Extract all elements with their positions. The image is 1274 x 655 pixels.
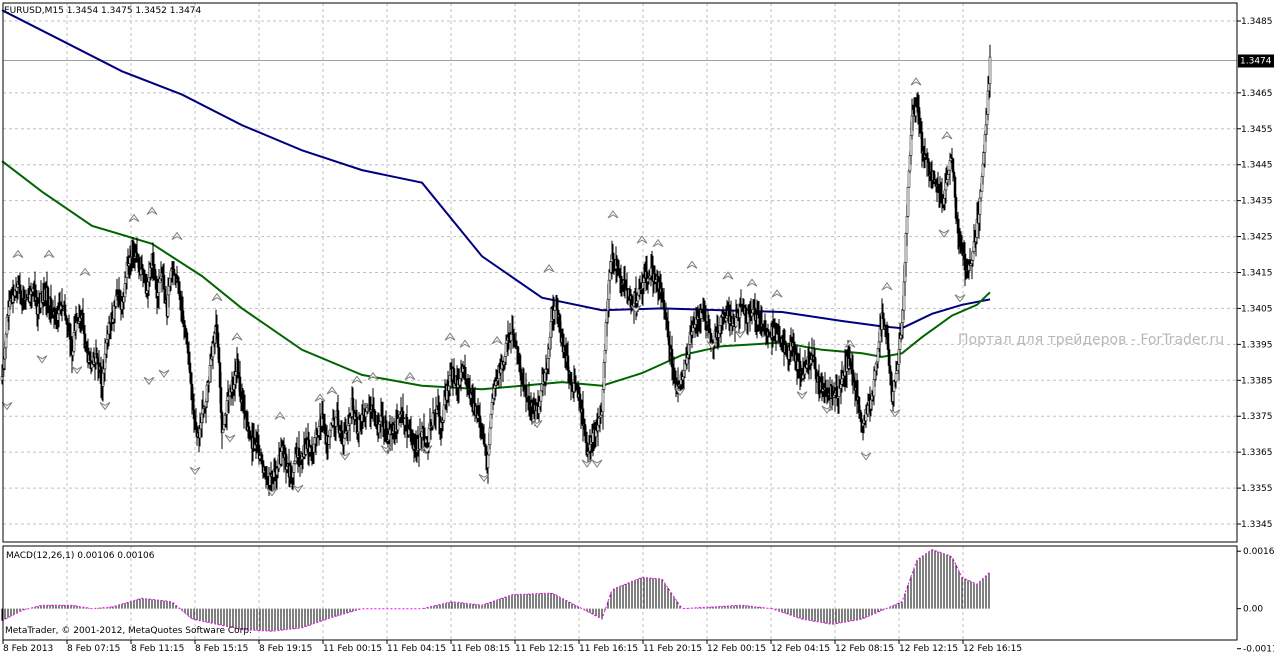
candle-body <box>988 56 992 84</box>
price-tick-label: 1.3465 <box>1241 89 1273 99</box>
candle-body <box>516 346 520 354</box>
price-tick-label: 1.3345 <box>1241 520 1273 530</box>
candle-body <box>488 427 492 446</box>
last-price-marker: 1.3474 <box>1238 54 1274 68</box>
time-tick-label: 11 Feb 08:15 <box>451 644 510 654</box>
candle-body <box>979 191 983 199</box>
time-tick-label: 8 Feb 15:15 <box>195 644 248 654</box>
time-tick-label: 12 Feb 12:15 <box>899 644 958 654</box>
time-tick-label: 12 Feb 00:15 <box>707 644 766 654</box>
candle-body <box>906 186 910 217</box>
macd-title: MACD(12,26,1) 0.00106 0.00106 <box>6 551 155 561</box>
macd-tick-label: -0.00115 <box>1243 645 1274 655</box>
price-tick-label: 1.3455 <box>1241 125 1273 135</box>
time-tick-label: 11 Feb 04:15 <box>387 644 446 654</box>
candle-body <box>509 333 513 341</box>
candle-body <box>346 425 350 431</box>
macd-tick-label: 0.00 <box>1243 605 1263 615</box>
time-tick-label: 12 Feb 04:15 <box>771 644 830 654</box>
candle-body <box>293 460 297 464</box>
price-tick-label: 1.3415 <box>1241 269 1273 279</box>
candle-body <box>612 258 616 266</box>
last-price-label: 1.3474 <box>1240 56 1272 66</box>
candle-body <box>185 332 189 344</box>
time-tick-label: 11 Feb 20:15 <box>643 644 702 654</box>
time-tick-label: 8 Feb 19:15 <box>259 644 312 654</box>
price-tick-label: 1.3365 <box>1241 448 1273 458</box>
candle-body <box>894 373 898 383</box>
price-tick-label: 1.3355 <box>1241 484 1273 494</box>
watermark: Портал для трейдеров - ForTrader.ru <box>958 332 1224 348</box>
time-tick-label: 12 Feb 16:15 <box>963 644 1022 654</box>
candle-body <box>219 387 223 413</box>
candle-body <box>260 454 264 461</box>
price-tick-label: 1.3375 <box>1241 412 1273 422</box>
candle-body <box>49 298 53 311</box>
candle-body <box>247 426 251 431</box>
macd-tick-label: 0.00165 <box>1243 547 1274 557</box>
candle-body <box>708 328 712 334</box>
candle-body <box>95 353 99 359</box>
candle-body <box>946 174 950 180</box>
price-tick-label: 1.3425 <box>1241 233 1273 243</box>
candle-body <box>486 454 490 468</box>
candle-body <box>297 447 301 457</box>
time-tick-label: 8 Feb 2013 <box>3 644 53 654</box>
candle-body <box>553 305 557 311</box>
time-tick-label: 11 Feb 00:15 <box>323 644 382 654</box>
candle-body <box>342 437 346 446</box>
copyright: MetaTrader, © 2001-2012, MetaQuotes Soft… <box>5 626 252 636</box>
time-tick-label: 12 Feb 08:15 <box>835 644 894 654</box>
price-tick-label: 1.3435 <box>1241 197 1273 207</box>
candle-body <box>724 317 728 322</box>
main-chart-title: EURUSD,M15 1.3454 1.3475 1.3452 1.3474 <box>4 6 202 16</box>
candle-body <box>373 411 377 426</box>
chart-canvas[interactable]: EURUSD,M15 1.3454 1.3475 1.3452 1.3474 M… <box>0 0 1274 655</box>
time-tick-label: 8 Feb 07:15 <box>67 644 120 654</box>
time-tick-label: 8 Feb 11:15 <box>131 644 184 654</box>
candle-body <box>905 216 909 234</box>
candle-body <box>289 465 293 478</box>
time-tick-label: 11 Feb 16:15 <box>579 644 638 654</box>
candle-body <box>217 347 221 364</box>
candle-body <box>666 321 670 338</box>
price-tick-label: 1.3445 <box>1241 161 1273 171</box>
price-tick-label: 1.3405 <box>1241 304 1273 314</box>
price-tick-label: 1.3385 <box>1241 376 1273 386</box>
candle-body <box>157 282 161 294</box>
price-tick-label: 1.3395 <box>1241 340 1273 350</box>
candle-body <box>343 432 347 439</box>
price-tick-label: 1.3485 <box>1241 17 1273 27</box>
time-tick-label: 11 Feb 12:15 <box>515 644 574 654</box>
candle-body <box>162 275 166 290</box>
candle-body <box>188 362 192 374</box>
